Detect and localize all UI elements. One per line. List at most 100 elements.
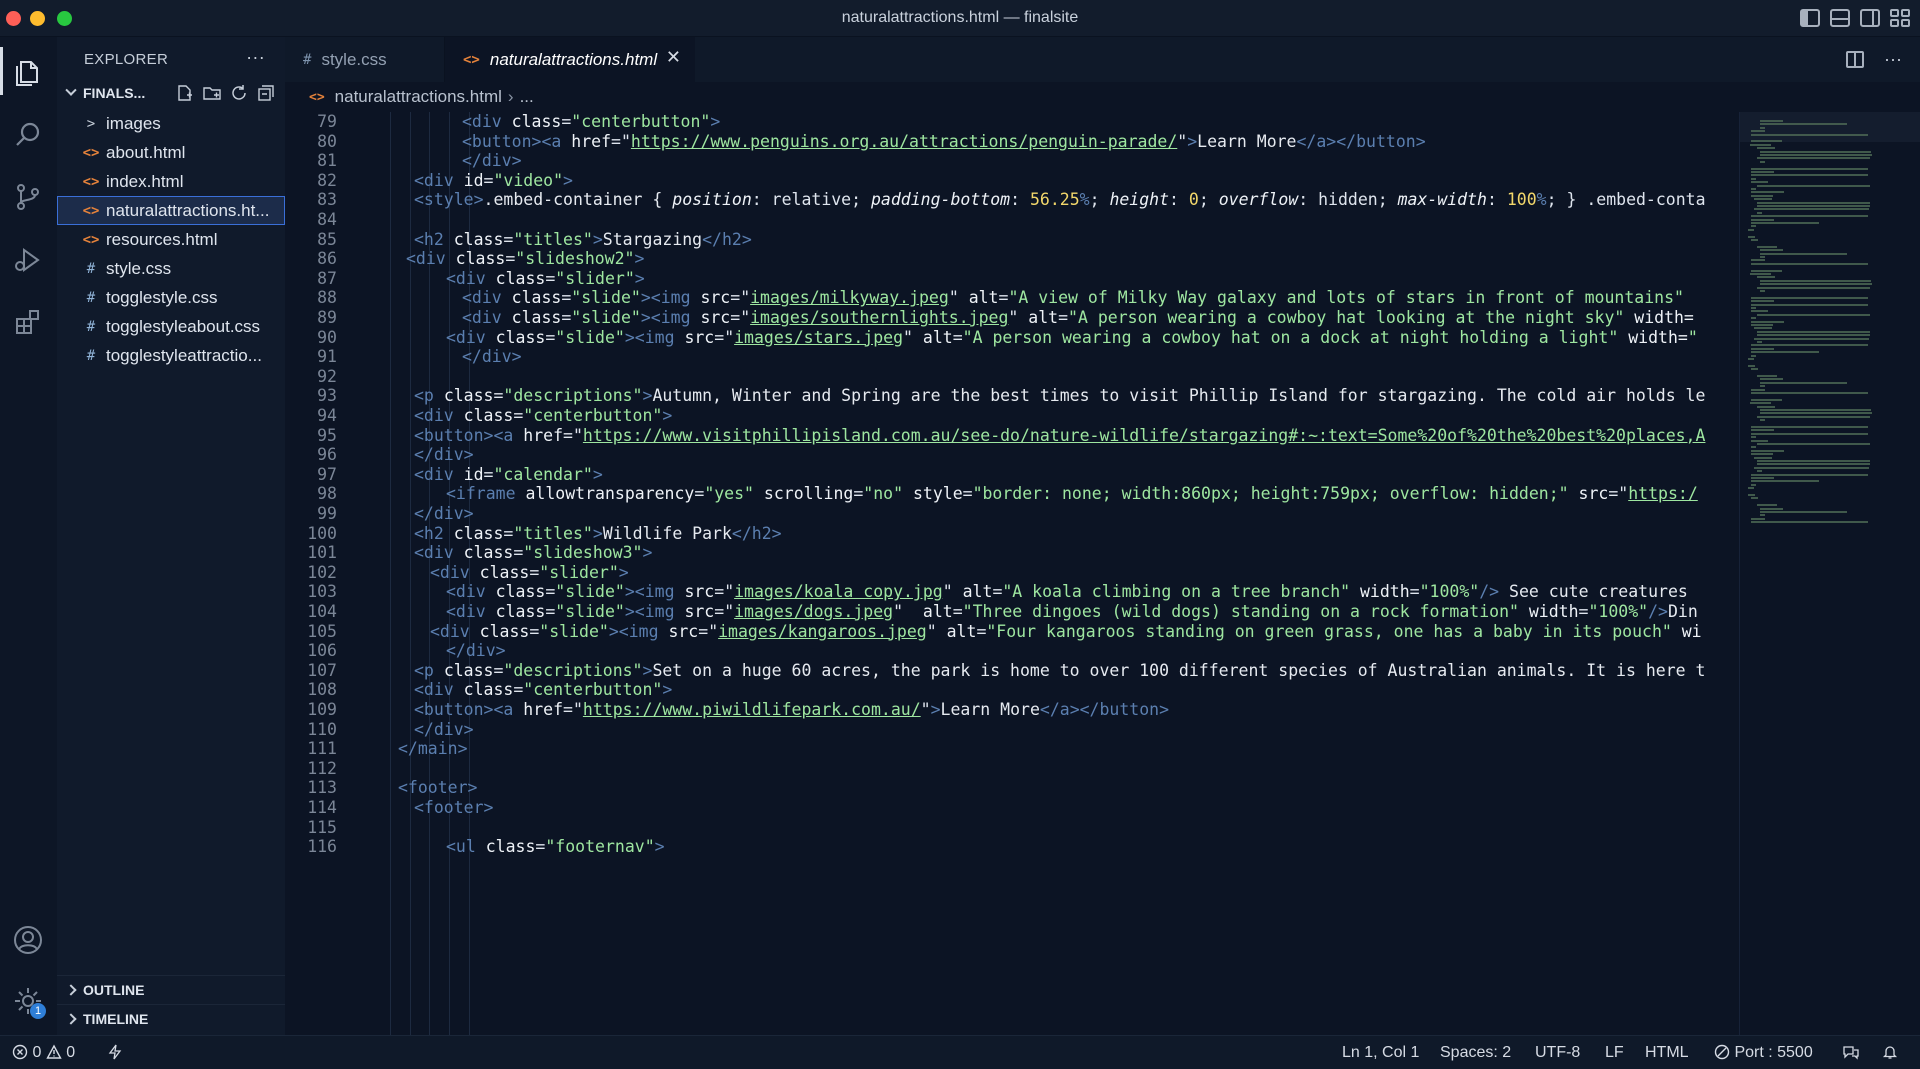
minimap-line	[1751, 398, 1782, 401]
minimap-line	[1751, 191, 1785, 194]
tree-item-label: togglestyleabout.css	[106, 316, 261, 336]
minimap-line	[1751, 181, 1769, 184]
minimap-line	[1760, 249, 1784, 252]
active-indicator	[0, 47, 3, 95]
breadcrumb-rest[interactable]: ...	[520, 87, 534, 107]
minimap-line	[1751, 303, 1868, 306]
more-actions-icon[interactable]: ···	[246, 47, 265, 68]
minimap-line	[1760, 385, 1766, 388]
minimap-line	[1751, 140, 1782, 143]
minimap-slider[interactable]	[1740, 112, 1920, 142]
tree-item-resources-html[interactable]: <> resources.html	[57, 225, 285, 254]
editor-more-actions-icon[interactable]: ···	[1884, 49, 1902, 70]
tab-style-css[interactable]: # style.css	[285, 37, 445, 82]
explorer-header: EXPLORER ···	[57, 37, 285, 81]
source-control-icon[interactable]	[8, 177, 48, 217]
tab-naturalattractions-html[interactable]: <> naturalattractions.html ✕	[445, 37, 695, 82]
minimap-line	[1751, 300, 1775, 303]
toggle-primary-sidebar-icon[interactable]	[1800, 9, 1820, 27]
tree-item-naturalattractions-html[interactable]: <> naturalattractions.ht...	[57, 196, 285, 225]
lightning-icon[interactable]	[108, 1044, 122, 1062]
tree-item-index-html[interactable]: <> index.html	[57, 167, 285, 196]
problems-indicator[interactable]: 0 0	[12, 1044, 75, 1062]
tree-item-label: togglestyleattractio...	[106, 345, 262, 365]
minimap-line	[1760, 412, 1872, 415]
breadcrumb: <> naturalattractions.html › ...	[285, 82, 1920, 112]
toggle-secondary-sidebar-icon[interactable]	[1860, 9, 1880, 27]
minimap-line	[1751, 477, 1775, 479]
warning-count: 0	[66, 1044, 76, 1061]
collapse-all-icon[interactable]	[256, 84, 275, 103]
minimap-line	[1751, 351, 1820, 354]
minimap-line	[1748, 228, 1755, 231]
css-file-icon: #	[86, 318, 96, 335]
breadcrumb-file[interactable]: naturalattractions.html	[335, 87, 502, 107]
workspace-folder[interactable]: FINALS...	[57, 81, 285, 105]
minimap-line	[1751, 262, 1868, 265]
language-mode[interactable]: HTML	[1645, 1044, 1689, 1062]
explorer-icon[interactable]	[8, 51, 48, 91]
extensions-icon[interactable]	[8, 302, 48, 342]
minimap-line	[1757, 460, 1870, 462]
customize-layout-icon[interactable]	[1890, 9, 1910, 27]
minimap-line	[1757, 504, 1777, 507]
minimap-line	[1754, 337, 1870, 340]
code-content: <ul class="footernav">	[446, 837, 665, 857]
live-server-port[interactable]: Port : 5500	[1714, 1044, 1813, 1062]
settings-icon[interactable]: 1	[8, 981, 48, 1021]
line-ending[interactable]: LF	[1605, 1044, 1624, 1062]
minimap-line	[1751, 133, 1868, 136]
new-folder-icon[interactable]	[202, 84, 221, 103]
toggle-panel-icon[interactable]	[1830, 9, 1850, 27]
code-line[interactable]: 116 <ul class="footernav">	[285, 835, 1739, 859]
feedback-icon[interactable]	[1842, 1044, 1860, 1062]
minimap-line	[1760, 378, 1784, 381]
html-file-icon: <>	[309, 89, 325, 105]
minimap-line	[1760, 256, 1766, 258]
minimap-line	[1751, 344, 1868, 347]
warning-icon	[46, 1044, 62, 1059]
minimap-line	[1757, 405, 1775, 408]
run-debug-icon[interactable]	[8, 240, 48, 280]
minimap[interactable]	[1739, 112, 1920, 1035]
minimap-line	[1760, 381, 1848, 384]
minimap-line	[1751, 225, 1757, 228]
tree-item-about-html[interactable]: <> about.html	[57, 138, 285, 167]
minimap-line	[1748, 364, 1756, 367]
cursor-position[interactable]: Ln 1, Col 1	[1342, 1044, 1419, 1062]
settings-badge: 1	[30, 1003, 46, 1019]
file-tree: > images <> about.html <> index.html <> natu…	[57, 109, 285, 370]
minimap-line	[1757, 443, 1871, 445]
indentation[interactable]: Spaces: 2	[1440, 1044, 1511, 1062]
minimap-line	[1757, 286, 1871, 289]
encoding[interactable]: UTF-8	[1535, 1044, 1580, 1062]
tree-item-label: naturalattractions.ht...	[106, 200, 270, 220]
minimap-line	[1751, 446, 1757, 449]
account-icon[interactable]	[8, 920, 48, 960]
css-file-icon: #	[86, 260, 96, 277]
minimap-line	[1757, 470, 1763, 473]
timeline-section[interactable]: TIMELINE	[57, 1004, 285, 1033]
minimap-line	[1751, 215, 1868, 218]
code-editor[interactable]: 79 <div class="centerbutton"> 80 <button><a…	[285, 112, 1739, 1035]
minimap-line	[1751, 483, 1757, 486]
tree-item-togglestyleabout-css[interactable]: # togglestyleabout.css	[57, 312, 285, 341]
minimap-line	[1749, 143, 1772, 146]
close-tab-icon[interactable]: ✕	[666, 47, 681, 68]
refresh-icon[interactable]	[229, 84, 248, 103]
outline-section[interactable]: OUTLINE	[57, 975, 285, 1004]
tree-item-style-css[interactable]: # style.css	[57, 254, 285, 283]
minimap-line	[1754, 456, 1772, 459]
minimap-line	[1751, 296, 1868, 299]
search-icon[interactable]	[8, 115, 48, 155]
tree-item-togglestyle-css[interactable]: # togglestyle.css	[57, 283, 285, 312]
split-editor-icon[interactable]	[1846, 51, 1865, 68]
minimap-line	[1751, 517, 1766, 520]
css-file-icon: #	[86, 289, 96, 306]
tree-item-images[interactable]: > images	[57, 109, 285, 138]
new-file-icon[interactable]	[175, 84, 194, 103]
minimap-line	[1751, 347, 1775, 350]
tab-label: style.css	[321, 49, 387, 69]
tree-item-togglestyleattractions-css[interactable]: # togglestyleattractio...	[57, 341, 285, 370]
notifications-bell-icon[interactable]	[1882, 1044, 1898, 1062]
